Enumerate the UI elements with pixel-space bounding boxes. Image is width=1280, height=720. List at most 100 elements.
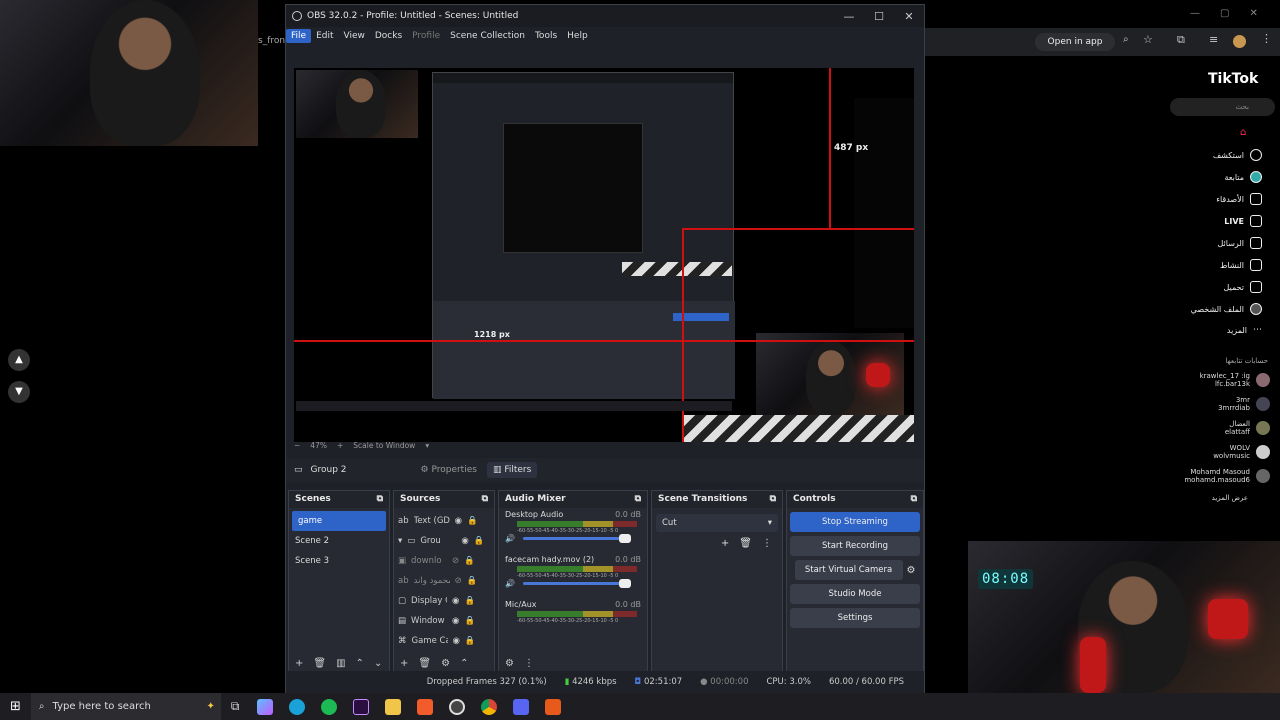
tiktok-nav-messages[interactable]: الرسائل — [1218, 237, 1262, 249]
menu-view[interactable]: View — [339, 29, 370, 43]
chevron-down-icon[interactable]: ▾ — [398, 536, 402, 546]
followed-account[interactable]: Mohamd Masoud mohamd.masoud6 — [1184, 468, 1270, 484]
volume-slider[interactable] — [522, 579, 631, 588]
source-item[interactable]: ab Text (GD ◉ 🔒 — [394, 511, 494, 531]
lock-icon[interactable]: 🔒 — [467, 516, 478, 526]
followed-account[interactable]: WOLV wolvmusic — [1213, 444, 1270, 460]
zoom-out-button[interactable]: − — [294, 441, 300, 450]
tiktok-nav-friends[interactable]: الأصدقاء — [1216, 193, 1262, 205]
program-preview[interactable]: 487 px 1218 px — [294, 68, 914, 442]
visibility-eye-icon[interactable]: ◉ — [461, 536, 468, 546]
zoom-icon[interactable]: ⌕ — [1123, 34, 1129, 45]
hidden-eye-icon[interactable]: ⊘ — [452, 556, 459, 566]
media-icon[interactable]: ≡ — [1209, 33, 1218, 46]
tiktok-nav-upload[interactable]: تحميل — [1224, 281, 1262, 293]
followed-account[interactable]: 3mr 3mrrdiab — [1218, 396, 1270, 412]
filters-button[interactable]: ▥ Filters — [486, 462, 538, 478]
properties-button[interactable]: ⚙ Properties — [421, 465, 477, 475]
remove-scene-button[interactable]: 🗑 — [313, 658, 326, 669]
move-up-button[interactable]: ⌃ — [356, 658, 364, 669]
start-virtual-camera-button[interactable]: Start Virtual Camera — [794, 560, 903, 580]
lock-icon[interactable]: 🔒 — [465, 636, 476, 646]
chevron-down-icon[interactable]: ▾ — [425, 441, 429, 450]
remove-source-button[interactable]: 🗑 — [418, 658, 431, 669]
app-icon[interactable] — [545, 698, 562, 715]
tiktok-nav-following[interactable]: متابعة — [1224, 171, 1262, 183]
visibility-eye-icon[interactable]: ◉ — [455, 516, 462, 526]
browser-tab-fragment[interactable]: s_fron — [258, 36, 285, 46]
bookmark-star-icon[interactable]: ☆ — [1143, 33, 1153, 46]
profile-avatar[interactable] — [1233, 35, 1246, 48]
transition-select[interactable]: Cut ▾ — [656, 514, 778, 532]
scale-mode-select[interactable]: Scale to Window — [353, 441, 415, 450]
menu-scene-collection[interactable]: Scene Collection — [445, 29, 530, 43]
speaker-icon[interactable]: 🔊 — [505, 579, 515, 588]
speaker-icon[interactable]: 🔊 — [505, 534, 515, 543]
tiktok-nav-live[interactable]: LIVE — [1224, 215, 1262, 227]
source-item[interactable]: ▾ ▭ Grou ◉ 🔒 — [394, 531, 494, 551]
maximize-button[interactable]: ☐ — [864, 10, 894, 23]
undock-icon[interactable]: ⧉ — [635, 494, 641, 505]
source-item[interactable]: ▢ Display C ◉ 🔒 — [394, 591, 494, 611]
obs-icon[interactable] — [449, 698, 466, 715]
source-item[interactable]: ⌘ Game Ca ◉ 🔒 — [394, 631, 494, 651]
spotify-icon[interactable] — [321, 698, 338, 715]
add-scene-button[interactable]: + — [295, 658, 303, 669]
lock-icon[interactable]: 🔒 — [464, 556, 475, 566]
tiktok-nav-more[interactable]: المزيد ⋯ — [1227, 325, 1262, 335]
kebab-menu-icon[interactable]: ⋮ — [1261, 32, 1272, 45]
source-settings-button[interactable]: ⚙ — [441, 658, 450, 669]
visibility-eye-icon[interactable]: ◉ — [452, 616, 459, 626]
menu-tools[interactable]: Tools — [530, 29, 562, 43]
menu-help[interactable]: Help — [562, 29, 593, 43]
lock-icon[interactable]: 🔒 — [474, 536, 485, 546]
volume-slider[interactable] — [522, 534, 631, 543]
scene-item[interactable]: Scene 2 — [289, 531, 389, 551]
tiktok-logo[interactable]: TikTok — [1208, 71, 1258, 87]
zoom-in-button[interactable]: + — [337, 441, 343, 450]
tiktok-nav-profile[interactable]: الملف الشخصي — [1191, 303, 1262, 315]
discord-icon[interactable] — [513, 698, 530, 715]
gear-icon[interactable]: ⚙ — [907, 565, 916, 576]
lock-icon[interactable]: 🔒 — [464, 616, 475, 626]
hidden-eye-icon[interactable]: ⊘ — [455, 576, 462, 586]
task-view-icon[interactable]: ⧉ — [231, 699, 240, 714]
see-more-link[interactable]: عرض المزيد — [1212, 494, 1248, 502]
add-transition-button[interactable]: + — [721, 538, 729, 549]
visibility-eye-icon[interactable]: ◉ — [452, 596, 459, 606]
open-in-app-button[interactable]: Open in app — [1035, 33, 1115, 51]
taskbar-search[interactable]: ⌕ Type here to search ✦ — [30, 693, 221, 720]
undock-icon[interactable]: ⧉ — [482, 494, 488, 505]
scene-item[interactable]: Scene 3 — [289, 551, 389, 571]
remove-transition-button[interactable]: 🗑 — [739, 538, 752, 549]
visibility-eye-icon[interactable]: ◉ — [453, 636, 460, 646]
menu-file[interactable]: File — [286, 29, 312, 43]
start-recording-button[interactable]: Start Recording — [790, 536, 920, 556]
close-button[interactable]: ✕ — [894, 10, 924, 23]
mixer-settings-icon[interactable]: ⚙ — [505, 658, 514, 669]
premiere-icon[interactable] — [353, 698, 370, 715]
tiktok-nav-explore[interactable]: استكشف — [1213, 149, 1262, 161]
scene-filters-button[interactable]: ▥ — [336, 658, 345, 669]
edge-icon[interactable] — [289, 698, 306, 715]
undock-icon[interactable]: ⧉ — [911, 494, 917, 505]
lock-icon[interactable]: 🔒 — [464, 596, 475, 606]
copilot-icon[interactable] — [257, 698, 274, 715]
scene-item[interactable]: game — [292, 511, 386, 531]
source-item[interactable]: ▣ downlo ⊘ 🔒 — [394, 551, 494, 571]
lock-icon[interactable]: 🔒 — [467, 576, 478, 586]
mixer-menu-icon[interactable]: ⋮ — [524, 658, 534, 669]
source-item[interactable]: ab محمود واند ⊘ 🔒 — [394, 571, 494, 591]
source-item[interactable]: ▤ Window ◉ 🔒 — [394, 611, 494, 631]
followed-account[interactable]: krawlec_17 :ig lfc.bar13k — [1200, 372, 1270, 388]
brave-icon[interactable] — [417, 698, 434, 715]
settings-button[interactable]: Settings — [790, 608, 920, 628]
extensions-icon[interactable]: ⧉ — [1177, 33, 1185, 47]
menu-edit[interactable]: Edit — [311, 29, 338, 43]
menu-docks[interactable]: Docks — [370, 29, 407, 43]
tiktok-nav-activity[interactable]: النشاط — [1220, 259, 1262, 271]
minimize-button[interactable]: — — [834, 10, 864, 23]
move-down-button[interactable]: ⌄ — [374, 658, 382, 669]
chrome-icon[interactable] — [481, 698, 498, 715]
studio-mode-button[interactable]: Studio Mode — [790, 584, 920, 604]
